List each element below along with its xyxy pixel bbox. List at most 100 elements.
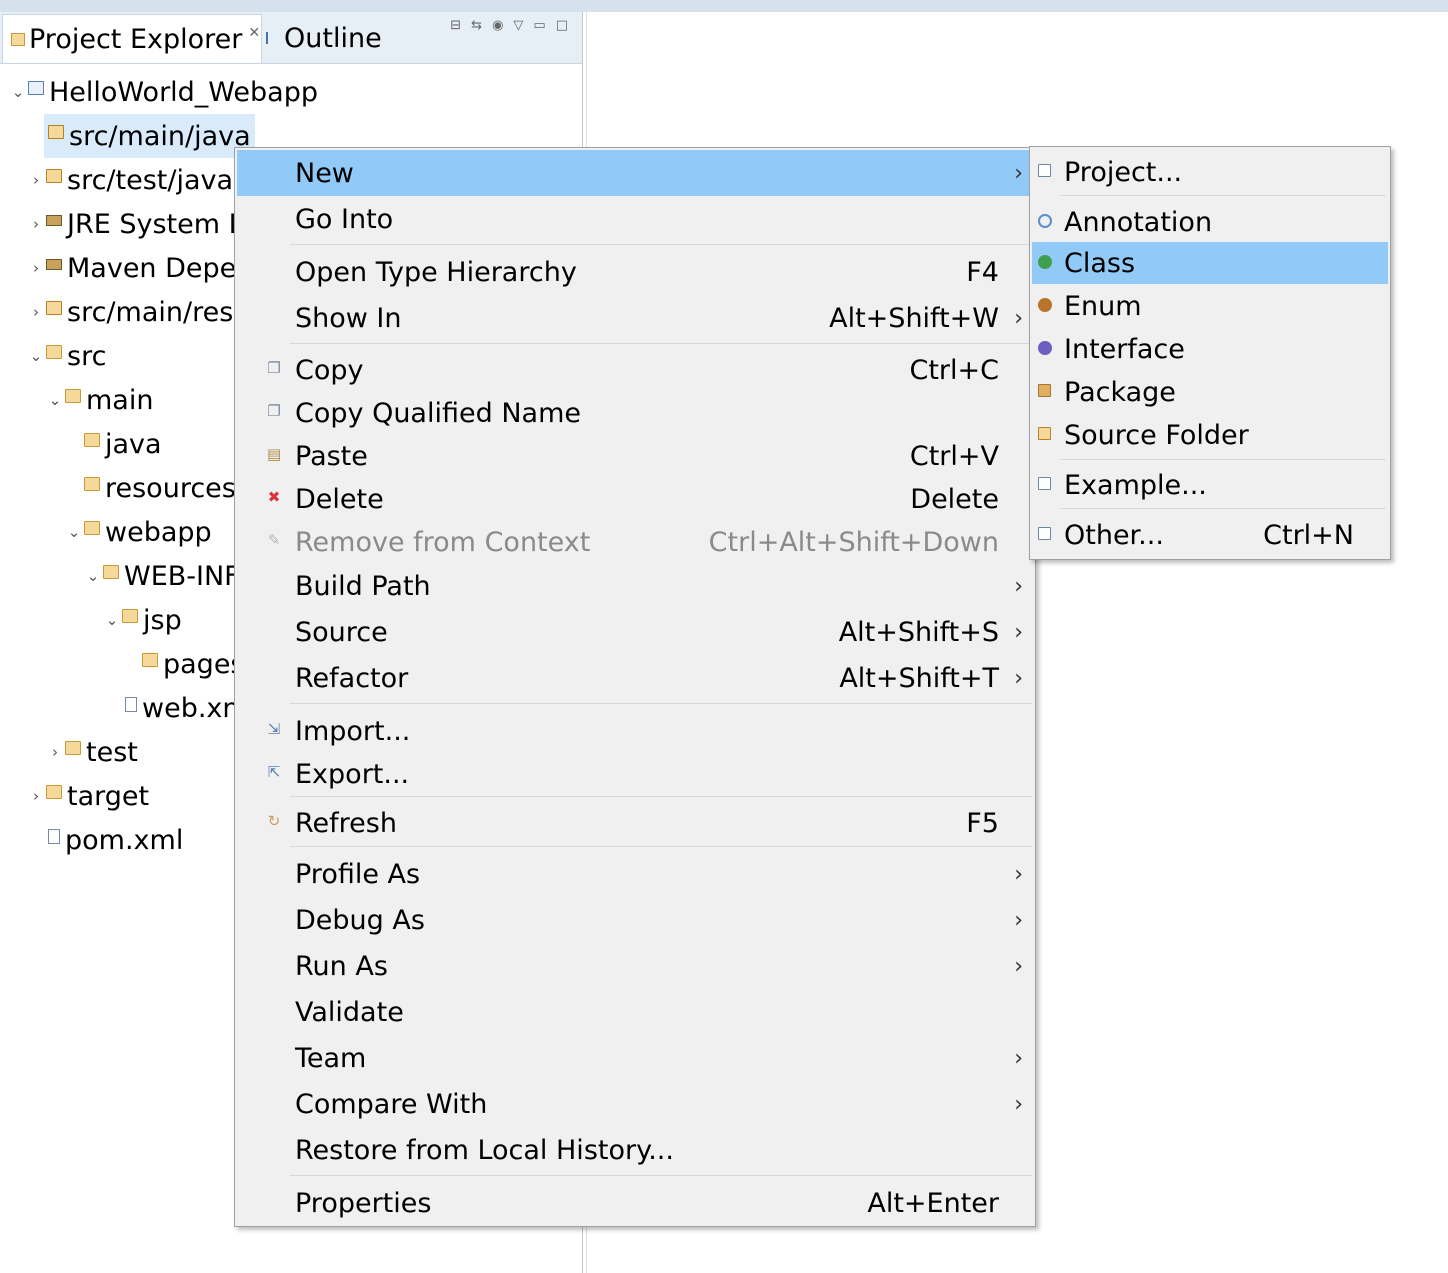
xml-file-icon (125, 696, 137, 712)
menu-item-validate[interactable]: Validate (237, 989, 1033, 1035)
menu-item-refresh[interactable]: ↻ Refresh F5 (237, 800, 1033, 846)
refresh-icon: ↻ (267, 812, 281, 830)
menu-item-source[interactable]: Source Alt+Shift+S › (237, 609, 1033, 655)
close-icon[interactable]: ✕ (248, 25, 260, 41)
tab-project-explorer[interactable]: Project Explorer ✕ (2, 14, 262, 63)
submenu-item-label: Annotation (1064, 206, 1213, 238)
tree-item[interactable]: web.xn (125, 686, 240, 730)
maximize-icon[interactable]: □ (556, 18, 568, 33)
menu-item-refactor[interactable]: Refactor Alt+Shift+T › (237, 655, 1033, 701)
submenu-item-label: Example... (1064, 469, 1207, 501)
menu-item-label: Source (295, 616, 388, 648)
tree-item[interactable]: pages (142, 642, 245, 686)
submenu-item-interface[interactable]: Interface (1032, 328, 1388, 370)
menu-item-export[interactable]: ⇱ Export... (237, 751, 1033, 797)
menu-item-label: Properties (295, 1187, 432, 1219)
menu-item-shortcut: F4 (966, 256, 999, 288)
menu-item-label: Import... (295, 715, 411, 747)
tab-outline[interactable]: Outline (262, 14, 382, 62)
expand-toggle-icon[interactable]: › (28, 303, 44, 321)
menu-item-run-as[interactable]: Run As › (237, 943, 1033, 989)
tree-item-label: resources (105, 472, 236, 504)
minimize-icon[interactable]: ▭ (533, 18, 545, 33)
submenu-item-class[interactable]: Class (1032, 242, 1388, 284)
tree-item[interactable]: pom.xml (48, 818, 183, 862)
interface-icon (1038, 341, 1052, 355)
library-icon (46, 258, 62, 270)
tree-item[interactable]: › test (47, 730, 138, 774)
focus-icon[interactable]: ◉ (492, 18, 503, 33)
submenu-item-annotation[interactable]: Annotation (1032, 201, 1388, 243)
expand-toggle-icon[interactable]: › (28, 259, 44, 277)
tree-item[interactable]: › Maven Depe (28, 246, 236, 290)
expand-toggle-icon[interactable]: ⌄ (28, 347, 44, 365)
folder-icon (46, 345, 62, 359)
menu-item-new[interactable]: New › (237, 150, 1033, 196)
menu-item-copy[interactable]: ❐ Copy Ctrl+C (237, 347, 1033, 393)
expand-toggle-icon[interactable]: › (28, 171, 44, 189)
expand-toggle-icon[interactable]: › (28, 787, 44, 805)
tree-item[interactable]: ⌄ HelloWorld_Webapp (10, 70, 318, 114)
expand-toggle-icon[interactable]: ⌄ (85, 567, 101, 585)
collapse-all-icon[interactable]: ⊟ (450, 18, 461, 33)
maven-pom-icon (48, 828, 60, 844)
submenu-item-example[interactable]: Example... (1032, 464, 1388, 506)
view-toolbar: ⊟ ⇆ ◉ ▽ ▭ □ (450, 18, 568, 33)
submenu-item-project[interactable]: Project... (1032, 151, 1388, 193)
expand-toggle-icon[interactable]: › (47, 743, 63, 761)
menu-separator (1060, 195, 1386, 196)
tree-item[interactable]: java (84, 422, 162, 466)
menu-item-shortcut: Ctrl+V (909, 440, 999, 472)
tree-item-selected[interactable]: src/main/java (44, 114, 255, 158)
menu-item-label: Refresh (295, 807, 397, 839)
submenu-item-other[interactable]: Other... Ctrl+N (1032, 514, 1388, 556)
menu-item-properties[interactable]: Properties Alt+Enter (237, 1180, 1033, 1226)
menu-item-go-into[interactable]: Go Into (237, 196, 1033, 242)
menu-item-label: Validate (295, 996, 404, 1028)
expand-toggle-icon[interactable]: ⌄ (10, 83, 26, 101)
submenu-item-source-folder[interactable]: Source Folder (1032, 414, 1388, 456)
menu-item-delete[interactable]: ✖ Delete Delete (237, 476, 1033, 522)
tree-item[interactable]: ⌄ WEB-INF (85, 554, 240, 598)
window-top-bar (0, 0, 1448, 12)
tree-item[interactable]: › src/test/java (28, 158, 233, 202)
tree-item[interactable]: ⌄ jsp (104, 598, 182, 642)
menu-item-shortcut: Alt+Shift+W (829, 302, 999, 334)
view-menu-icon[interactable]: ▽ (513, 18, 523, 33)
expand-toggle-icon[interactable]: ⌄ (66, 523, 82, 541)
submenu-item-package[interactable]: Package (1032, 371, 1388, 413)
tree-item[interactable]: › src/main/res (28, 290, 233, 334)
menu-item-copy-qualified-name[interactable]: ❐ Copy Qualified Name (237, 390, 1033, 436)
tree-item[interactable]: › target (28, 774, 149, 818)
class-icon (1038, 255, 1052, 269)
menu-item-remove-from-context[interactable]: ✎ Remove from Context Ctrl+Alt+Shift+Dow… (237, 519, 1033, 565)
tree-item-label: web.xn (142, 692, 240, 724)
submenu-item-enum[interactable]: Enum (1032, 285, 1388, 327)
submenu-arrow-icon: › (1014, 305, 1023, 331)
expand-toggle-icon[interactable]: ⌄ (47, 391, 63, 409)
menu-item-paste[interactable]: ▤ Paste Ctrl+V (237, 433, 1033, 479)
menu-item-build-path[interactable]: Build Path › (237, 563, 1033, 609)
tree-item[interactable]: ⌄ src (28, 334, 107, 378)
library-icon (46, 214, 62, 226)
expand-toggle-icon[interactable]: › (28, 215, 44, 233)
link-with-editor-icon[interactable]: ⇆ (471, 18, 482, 33)
menu-item-open-type-hierarchy[interactable]: Open Type Hierarchy F4 (237, 249, 1033, 295)
submenu-arrow-icon: › (1014, 1091, 1023, 1117)
menu-item-label: Delete (295, 483, 384, 515)
menu-item-restore-from-local-history[interactable]: Restore from Local History... (237, 1127, 1033, 1173)
menu-item-team[interactable]: Team › (237, 1035, 1033, 1081)
menu-item-compare-with[interactable]: Compare With › (237, 1081, 1033, 1127)
tree-item[interactable]: resources (84, 466, 236, 510)
tree-item[interactable]: ⌄ webapp (66, 510, 212, 554)
menu-item-profile-as[interactable]: Profile As › (237, 851, 1033, 897)
tree-item-label: main (86, 384, 154, 416)
expand-toggle-icon[interactable]: ⌄ (104, 611, 120, 629)
submenu-item-label: Project... (1064, 156, 1183, 188)
tree-item[interactable]: › JRE System L (28, 202, 244, 246)
menu-item-show-in[interactable]: Show In Alt+Shift+W › (237, 295, 1033, 341)
menu-item-import[interactable]: ⇲ Import... (237, 708, 1033, 754)
folder-icon (84, 521, 100, 535)
tree-item[interactable]: ⌄ main (47, 378, 154, 422)
menu-item-debug-as[interactable]: Debug As › (237, 897, 1033, 943)
